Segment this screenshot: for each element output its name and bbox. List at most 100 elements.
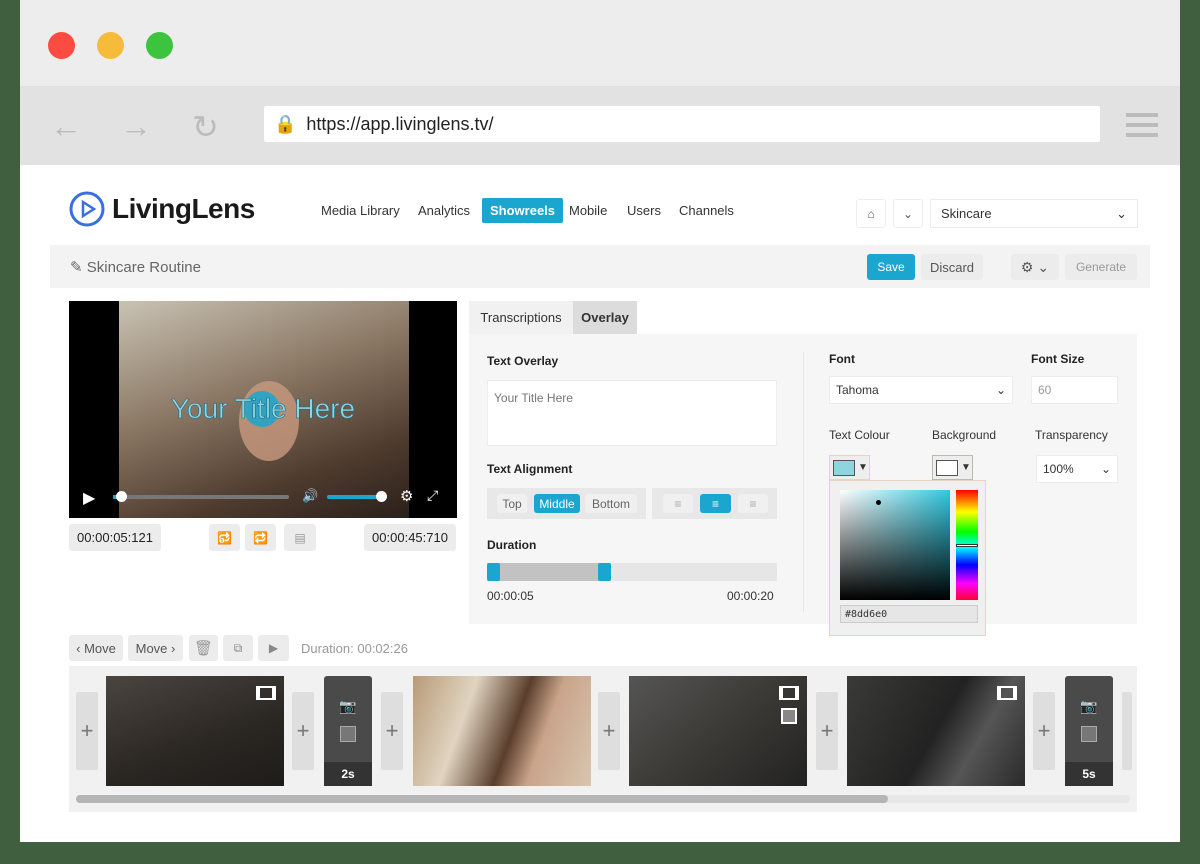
text-colour-label: Text Colour [829,428,890,442]
insert-button[interactable]: + [816,692,838,770]
progress-handle[interactable] [116,491,127,502]
title-bar [20,0,1180,86]
font-size-input[interactable] [1031,376,1118,404]
move-right-label: Move [135,640,168,656]
minimize-window-button[interactable] [97,32,124,59]
delete-button[interactable]: 🗑 [189,635,218,661]
background-swatch [781,708,797,724]
channel-select-value: Skincare [941,206,992,221]
video-player[interactable]: Your Title Here ▶ 🔊 ⚙ ⤢ [69,301,457,518]
fullscreen-icon[interactable]: ⤢ [427,487,438,504]
progress-bar[interactable] [113,491,289,502]
reload-icon[interactable]: ↻ [192,108,219,146]
nav-users[interactable]: Users [621,200,667,221]
colour-picker-cursor[interactable] [876,500,881,505]
tab-overlay[interactable]: Overlay [573,301,637,334]
valign-top-button[interactable]: Top [497,494,527,513]
insert-button[interactable] [1122,692,1132,770]
move-left-label: Move [84,640,116,656]
clip-thumbnail[interactable] [413,676,591,786]
settings-button[interactable]: ⚙ ⌄ [1011,254,1059,280]
insert-button[interactable]: + [76,692,98,770]
text-colour-picker-button[interactable]: ▼ [829,455,870,480]
tab-transcriptions[interactable]: Transcriptions [469,301,573,334]
background-colour-picker-button[interactable]: ▼ [932,455,973,480]
clip-thumbnail[interactable] [847,676,1025,786]
transparency-select[interactable]: 100% ⌄ [1036,455,1118,483]
play-icon[interactable]: ▶ [83,488,95,508]
trash-icon: 🗑 [193,640,214,657]
logo-text: LivingLens [112,193,255,224]
hue-slider[interactable] [956,490,978,600]
align-center-button[interactable]: ≡ [700,494,731,513]
home-icon: ⌂ [867,206,875,221]
browser-window: ← → ↻ 🔒 https://app.livinglens.tv/ Livin… [20,0,1180,842]
align-right-button[interactable]: ≡ [738,494,768,513]
valign-bottom-button[interactable]: Bottom [585,494,637,513]
background-swatch [1081,726,1097,742]
forward-icon[interactable]: → [120,108,152,145]
move-left-button[interactable]: ‹ Move [69,635,123,661]
duration-range-slider[interactable] [487,563,777,581]
gear-icon: ⚙ ⌄ [1020,258,1050,275]
move-right-button[interactable]: Move › [128,635,183,661]
hue-handle[interactable] [956,544,978,547]
discard-button[interactable]: Discard [921,254,983,280]
chevron-down-icon: ⌄ [1100,462,1111,476]
nav-analytics[interactable]: Analytics [412,200,476,221]
repeat-icon: 🔁 [253,530,268,545]
channel-select[interactable]: Skincare ⌄ [930,199,1138,228]
valign-middle-button[interactable]: Middle [534,494,580,513]
logo[interactable]: LivingLens [68,190,255,228]
loop-button[interactable]: 🔁 [245,524,276,551]
still-frame[interactable]: 📷 5s [1065,676,1113,786]
transparency-value: 100% [1043,462,1074,476]
text-overlay-label: Text Overlay [487,354,559,368]
volume-slider[interactable] [327,491,387,502]
close-window-button[interactable] [48,32,75,59]
insert-button[interactable]: + [292,692,314,770]
generate-button[interactable]: Generate [1065,254,1137,280]
duration-end-handle[interactable] [598,563,611,581]
back-icon[interactable]: ← [50,108,82,145]
timeline-scrollbar[interactable] [76,795,1130,803]
nav-media-library[interactable]: Media Library [315,200,406,221]
home-button[interactable]: ⌂ [856,199,886,228]
showreel-title-text: Skincare Routine [86,259,201,276]
hex-input[interactable]: #8dd6e0 [840,605,978,623]
total-time: 00:00:45:710 [364,524,456,551]
font-select[interactable]: Tahoma ⌄ [829,376,1013,404]
saturation-value-area[interactable] [840,490,950,600]
duration-start: 00:00:05 [487,589,534,603]
url-bar[interactable]: 🔒 https://app.livinglens.tv/ [264,106,1100,142]
text-overlay-input[interactable] [487,380,777,446]
clip-thumbnail[interactable] [629,676,807,786]
showreel-title[interactable]: ✎ Skincare Routine [70,258,201,276]
repeat-one-icon: 🔂 [217,530,232,545]
insert-button[interactable]: + [381,692,403,770]
play-reel-button[interactable]: ▶ [258,635,289,661]
insert-button[interactable]: + [1033,692,1055,770]
loop-in-button[interactable]: 🔂 [209,524,240,551]
insert-button[interactable]: + [598,692,620,770]
still-frame[interactable]: 📷 2s [324,676,372,786]
nav-mobile[interactable]: Mobile [563,200,613,221]
clip-thumbnail[interactable] [106,676,284,786]
browser-menu-icon[interactable] [1126,113,1158,143]
dropdown-button[interactable]: ⌄ [893,199,923,228]
still-duration: 2s [324,762,372,786]
volume-icon[interactable]: 🔊 [302,488,318,504]
url-text: https://app.livinglens.tv/ [306,113,494,134]
align-left-button[interactable]: ≡ [663,494,693,513]
pencil-icon: ✎ [70,259,83,276]
clip-button[interactable]: ▤ [284,524,316,551]
duration-start-handle[interactable] [487,563,500,581]
maximize-window-button[interactable] [146,32,173,59]
scrollbar-thumb[interactable] [76,795,888,803]
colour-picker-popup: #8dd6e0 [829,480,986,636]
settings-gear-icon[interactable]: ⚙ [400,487,413,505]
save-button[interactable]: Save [867,254,915,280]
nav-showreels[interactable]: Showreels [482,198,564,223]
duplicate-button[interactable]: ⧉ [223,635,253,661]
nav-channels[interactable]: Channels [673,200,740,221]
